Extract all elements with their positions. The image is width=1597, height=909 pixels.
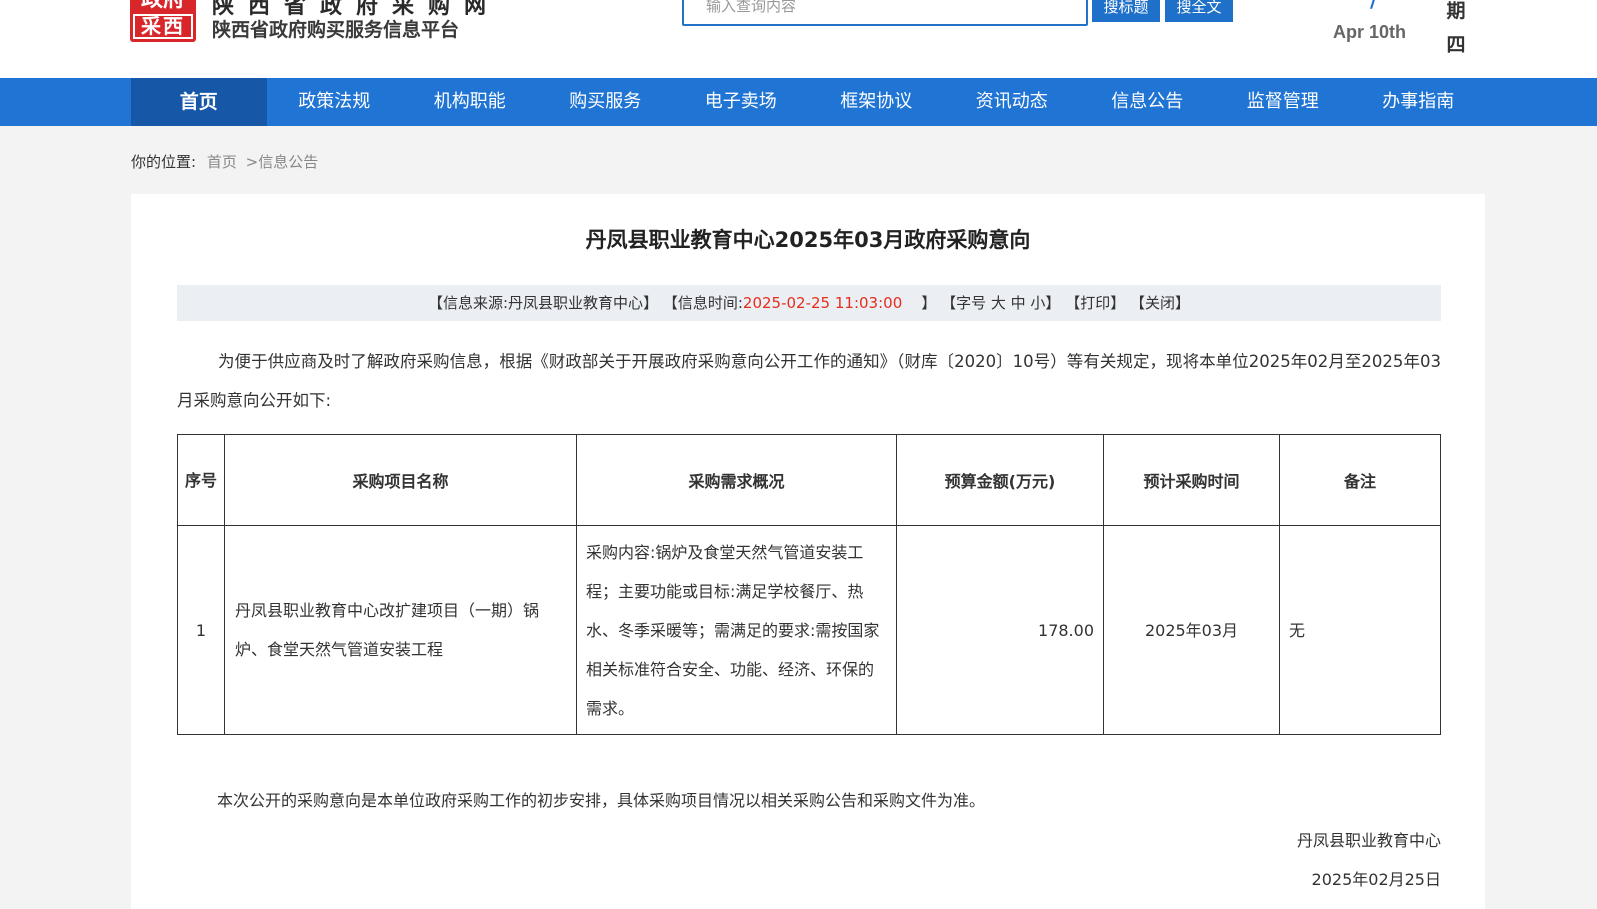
cell-project-name: 丹凤县职业教育中心改扩建项目（一期）锅炉、食堂天然气管道安装工程 [224, 525, 577, 735]
article-intro: 为便于供应商及时了解政府采购信息，根据《财政部关于开展政府采购意向公开工作的通知… [177, 352, 1441, 410]
meta-time-prefix: 【信息时间: [662, 294, 743, 312]
cell-summary: 采购内容:锅炉及食堂天然气管道安装工程；主要功能或目标:满足学校餐厅、热水、冬季… [576, 525, 897, 735]
meta-time-suffix: 】 [921, 294, 937, 312]
article-title: 丹凤县职业教育中心2025年03月政府采购意向 [585, 228, 1031, 252]
meta-time: 2025-02-25 11:03:00 [742, 294, 903, 312]
site-logo[interactable]: 政府 采西 [130, 0, 196, 42]
search-title-button[interactable]: 搜标题 [1092, 0, 1160, 22]
cell-note: 无 [1279, 525, 1441, 735]
breadcrumb-current[interactable]: 信息公告 [258, 153, 318, 171]
header-project-name: 采购项目名称 [224, 434, 577, 526]
print-button[interactable]: 【打印】 [1065, 294, 1125, 312]
article-closing: 本次公开的采购意向是本单位政府采购工作的初步安排，具体采购项目情况以相关采购公告… [217, 791, 986, 810]
site-header: 政府 采西 陕西省政府采购网 陕西省政府购买服务信息平台 搜标题 搜全文 / A… [0, 0, 1597, 78]
main-nav: 首页 政策法规 机构职能 购买服务 电子卖场 框架协议 资讯动态 信息公告 监督… [0, 78, 1597, 126]
close-button[interactable]: 【关闭】 [1130, 294, 1190, 312]
logo-top-text: 政府 [130, 0, 196, 12]
header-summary: 采购需求概况 [576, 434, 897, 526]
nav-item-guide[interactable]: 办事指南 [1351, 78, 1487, 126]
cell-index: 1 [177, 525, 225, 735]
logo-bottom-text: 采西 [133, 14, 193, 39]
article-signer: 丹凤县职业教育中心 [1296, 831, 1441, 850]
nav-item-service[interactable]: 购买服务 [538, 78, 674, 126]
breadcrumb: 你的位置: 首页 >信息公告 [131, 151, 318, 172]
date-english: Apr 10th [1333, 22, 1407, 42]
nav-item-news[interactable]: 资讯动态 [944, 78, 1080, 126]
breadcrumb-label: 你的位置: [131, 153, 197, 171]
meta-source-suffix: 】 [643, 294, 659, 312]
header-time: 预计采购时间 [1103, 434, 1280, 526]
nav-item-framework[interactable]: 框架协议 [809, 78, 945, 126]
weekday-label: 期 四 [1444, 0, 1468, 62]
nav-items: 首页 政策法规 机构职能 购买服务 电子卖场 框架协议 资讯动态 信息公告 监督… [131, 78, 1486, 126]
weekday-char-2: 四 [1446, 34, 1466, 56]
meta-source-prefix: 【信息来源: [427, 294, 509, 312]
header-index: 序号 [177, 434, 225, 526]
header-budget: 预算金额(万元) [896, 434, 1104, 526]
table-header-row: 序号 采购项目名称 采购需求概况 预算金额(万元) 预计采购时间 备注 [177, 434, 1441, 526]
meta-source: 丹凤县职业教育中心 [508, 294, 644, 312]
nav-item-policy[interactable]: 政策法规 [267, 78, 403, 126]
nav-item-notices[interactable]: 信息公告 [1080, 78, 1216, 126]
nav-item-emall[interactable]: 电子卖场 [673, 78, 809, 126]
breadcrumb-separator: > [245, 153, 259, 171]
nav-item-supervision[interactable]: 监督管理 [1215, 78, 1351, 126]
article-panel: 丹凤县职业教育中心2025年03月政府采购意向 【信息来源:丹凤县职业教育中心】… [131, 194, 1485, 909]
cell-budget: 178.00 [896, 525, 1104, 735]
nav-item-agency[interactable]: 机构职能 [402, 78, 538, 126]
article-sign-date: 2025年02月25日 [1311, 870, 1441, 889]
procurement-table: 序号 采购项目名称 采购需求概况 预算金额(万元) 预计采购时间 备注 1 丹凤… [177, 434, 1441, 735]
site-subtitle: 陕西省政府购买服务信息平台 [212, 19, 460, 41]
breadcrumb-home-link[interactable]: 首页 [207, 153, 237, 171]
article-meta-bar: 【信息来源:丹凤县职业教育中心】 【信息时间:2025-02-25 11:03:… [177, 285, 1441, 321]
weekday-char-1: 期 [1446, 0, 1466, 22]
nav-item-home[interactable]: 首页 [131, 78, 267, 126]
table-row: 1 丹凤县职业教育中心改扩建项目（一期）锅炉、食堂天然气管道安装工程 采购内容:… [177, 525, 1441, 735]
font-size-control[interactable]: 【字号 大 中 小】 [941, 294, 1060, 312]
date-day: / [1370, 0, 1378, 12]
search-input[interactable] [682, 0, 1088, 26]
cell-time: 2025年03月 [1103, 525, 1280, 735]
header-note: 备注 [1279, 434, 1441, 526]
search-fulltext-button[interactable]: 搜全文 [1165, 0, 1233, 22]
